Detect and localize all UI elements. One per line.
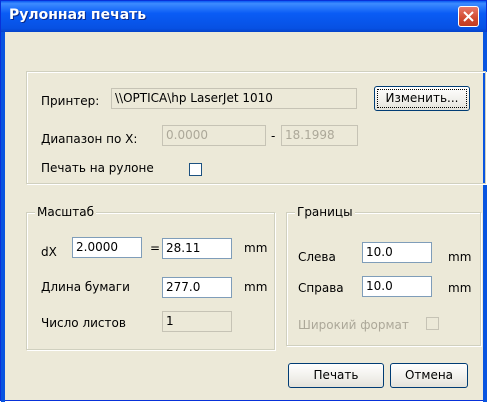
roll-print-checkbox[interactable] <box>189 163 202 176</box>
mm-value-input[interactable]: 28.11 <box>162 238 232 259</box>
paper-length-input[interactable]: 277.0 <box>162 277 232 298</box>
right-margin-unit: mm <box>448 281 472 295</box>
sheet-count-field: 1 <box>162 311 232 332</box>
sheet-count-label: Число листов <box>41 316 126 330</box>
equals-sign: = <box>150 241 161 255</box>
change-printer-button[interactable]: Изменить... <box>374 86 470 111</box>
dialog-window: Рулонная печать Принтер: \\OPTICA\hp Las… <box>0 0 487 402</box>
dx-label: dX <box>41 245 57 259</box>
window-title: Рулонная печать <box>9 7 147 23</box>
left-margin-label: Слева <box>298 250 336 264</box>
borders-legend: Границы <box>295 205 355 219</box>
left-margin-input[interactable]: 10.0 <box>362 242 432 263</box>
right-margin-label: Справа <box>298 281 344 295</box>
printer-name-field: \\OPTICA\hp LaserJet 1010 <box>111 88 357 109</box>
range-from-field: 0.0000 <box>162 125 266 146</box>
close-button[interactable] <box>458 6 479 27</box>
paper-length-unit: mm <box>244 280 268 294</box>
paper-length-label: Длина бумаги <box>41 280 130 294</box>
range-separator: - <box>271 129 276 143</box>
cancel-button[interactable]: Отмена <box>390 363 468 388</box>
scale-legend: Масштаб <box>35 205 97 219</box>
print-button[interactable]: Печать <box>288 363 384 388</box>
roll-print-label: Печать на рулоне <box>41 161 154 175</box>
mm-unit-label: mm <box>244 241 268 255</box>
wide-format-checkbox[interactable] <box>426 317 439 330</box>
wide-format-label: Широкий формат <box>298 318 409 332</box>
printer-label: Принтер: <box>41 94 100 108</box>
range-x-label: Диапазон по X: <box>41 132 138 146</box>
close-icon <box>463 11 474 22</box>
window-frame-left <box>1 32 5 402</box>
right-margin-input[interactable]: 10.0 <box>362 276 432 297</box>
range-to-field: 18.1998 <box>281 125 358 146</box>
title-bar[interactable]: Рулонная печать <box>1 1 486 32</box>
left-margin-unit: mm <box>448 250 472 264</box>
dx-input[interactable]: 2.0000 <box>72 237 142 258</box>
